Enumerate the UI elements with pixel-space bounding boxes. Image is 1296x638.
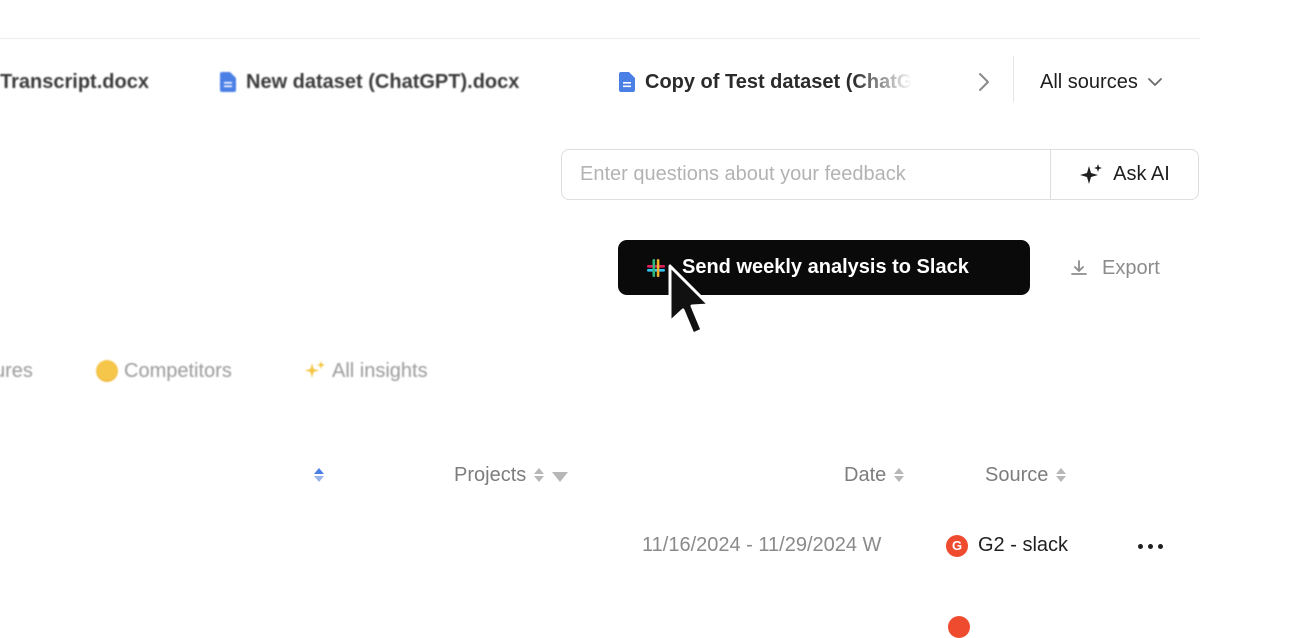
- file-name: Copy of Test dataset (ChatG: [645, 70, 913, 93]
- tab-features[interactable]: ures: [0, 356, 33, 386]
- slack-icon: [647, 258, 665, 277]
- sparkle-icon: [1080, 163, 1103, 184]
- ask-question-input[interactable]: [562, 150, 1050, 199]
- header-label: Source: [985, 463, 1049, 486]
- dropdown-label: All sources: [1040, 70, 1138, 93]
- source-label: G2 - slack: [978, 534, 1069, 556]
- ask-ai-button[interactable]: Ask AI: [1050, 150, 1198, 199]
- row-source: G G2 - slack: [946, 534, 1068, 557]
- file-tab-new-dataset[interactable]: New dataset (ChatGPT).docx: [220, 66, 519, 98]
- g2-logo-icon: G: [946, 534, 968, 557]
- divider: [1013, 56, 1014, 102]
- tab-label: Competitors: [124, 359, 232, 382]
- all-sources-dropdown[interactable]: All sources: [1040, 66, 1162, 98]
- sort-toggle[interactable]: [314, 460, 324, 490]
- sort-icon[interactable]: [1056, 468, 1067, 482]
- ask-ai-label: Ask AI: [1113, 163, 1170, 185]
- sort-icon[interactable]: [894, 468, 905, 482]
- chevron-down-icon: [1147, 78, 1162, 86]
- sort-icon[interactable]: [534, 468, 545, 482]
- chevron-right-icon[interactable]: [972, 68, 996, 96]
- row-date-range: 11/16/2024 - 11/29/2024 W: [642, 534, 882, 556]
- file-tab-transcript[interactable]: Transcript.docx: [0, 66, 149, 98]
- top-divider: [0, 38, 1200, 39]
- ask-ai-box: Ask AI: [561, 149, 1199, 200]
- sort-icon: [314, 468, 324, 482]
- g2-logo-icon: [948, 616, 970, 638]
- sunglasses-emoji-icon: [96, 360, 118, 382]
- tab-competitors[interactable]: Competitors: [96, 356, 232, 386]
- column-header-projects[interactable]: Projects: [454, 460, 569, 490]
- download-icon: [1071, 260, 1087, 275]
- file-name: Transcript.docx: [0, 70, 149, 93]
- tab-all-insights[interactable]: All insights: [304, 356, 428, 386]
- more-options-icon[interactable]: [1136, 538, 1165, 555]
- tab-label: All insights: [332, 359, 428, 382]
- column-header-source[interactable]: Source: [985, 460, 1067, 490]
- doc-icon: [220, 72, 236, 92]
- export-label: Export: [1102, 256, 1160, 279]
- filter-icon[interactable]: [552, 472, 569, 482]
- slack-button-label: Send weekly analysis to Slack: [682, 256, 969, 278]
- send-to-slack-button[interactable]: Send weekly analysis to Slack: [618, 240, 1030, 295]
- file-name: New dataset (ChatGPT).docx: [246, 70, 520, 93]
- export-button[interactable]: Export: [1070, 252, 1160, 284]
- tab-label: ures: [0, 359, 33, 382]
- column-header-date[interactable]: Date: [844, 460, 905, 490]
- header-label: Projects: [454, 463, 527, 486]
- header-label: Date: [844, 463, 887, 486]
- sparkles-emoji-icon: [305, 361, 325, 378]
- file-tab-copy-test-dataset[interactable]: Copy of Test dataset (ChatG: [619, 66, 927, 98]
- doc-icon: [619, 72, 635, 92]
